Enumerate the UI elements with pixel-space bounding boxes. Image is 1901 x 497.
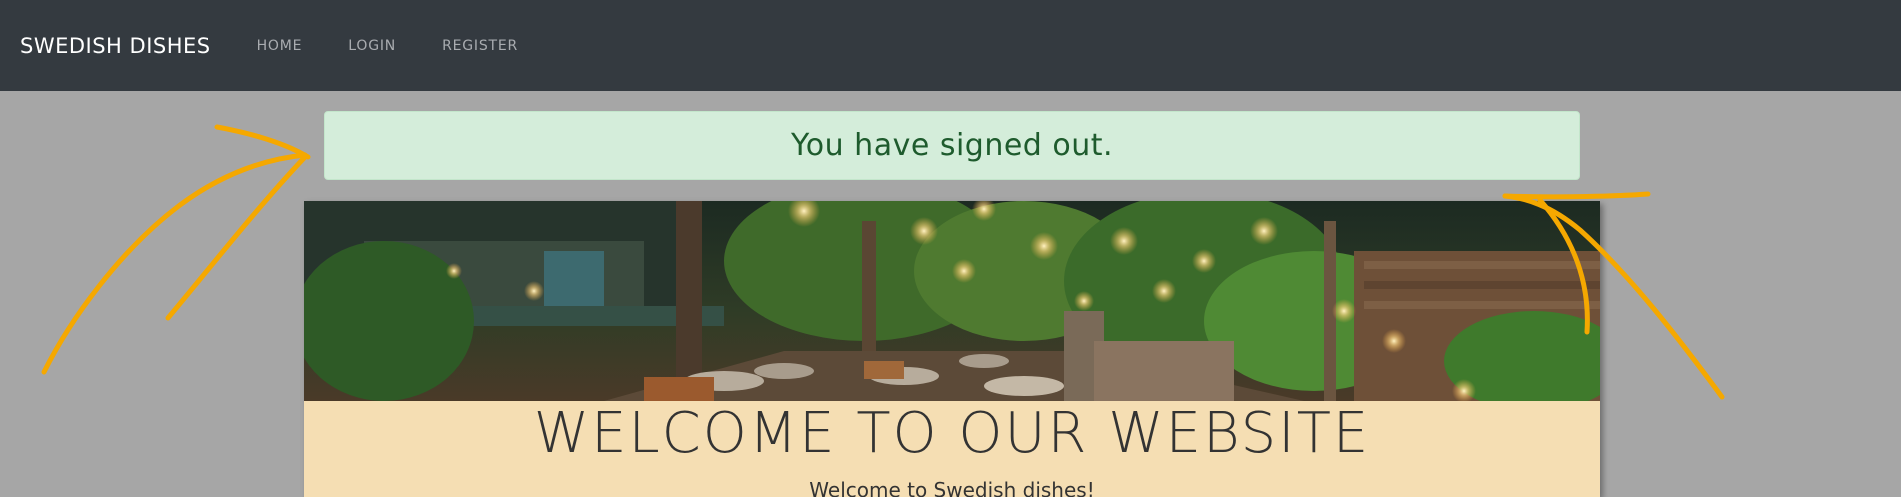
navbar: SWEDISH DISHES HOME LOGIN REGISTER	[0, 0, 1901, 91]
alert-message: You have signed out.	[790, 128, 1114, 163]
left-outer-arrow-line	[41, 152, 308, 375]
hero-image	[304, 201, 1600, 401]
welcome-card: WELCOME TO OUR WEBSITE Welcome to Swedis…	[304, 201, 1600, 497]
brand-logo-link[interactable]: SWEDISH DISHES	[20, 34, 211, 58]
right-arrow-head	[1502, 191, 1651, 200]
nav-register-link[interactable]: REGISTER	[442, 38, 518, 54]
welcome-title: WELCOME TO OUR WEBSITE	[533, 401, 1371, 466]
left-arrow-head	[214, 124, 311, 160]
nav-home-link[interactable]: HOME	[257, 38, 303, 54]
signed-out-alert: You have signed out.	[324, 111, 1580, 180]
left-inner-arrow-line	[165, 154, 308, 321]
welcome-subtitle: Welcome to Swedish dishes!	[809, 478, 1095, 497]
nav-login-link[interactable]: LOGIN	[348, 38, 396, 54]
